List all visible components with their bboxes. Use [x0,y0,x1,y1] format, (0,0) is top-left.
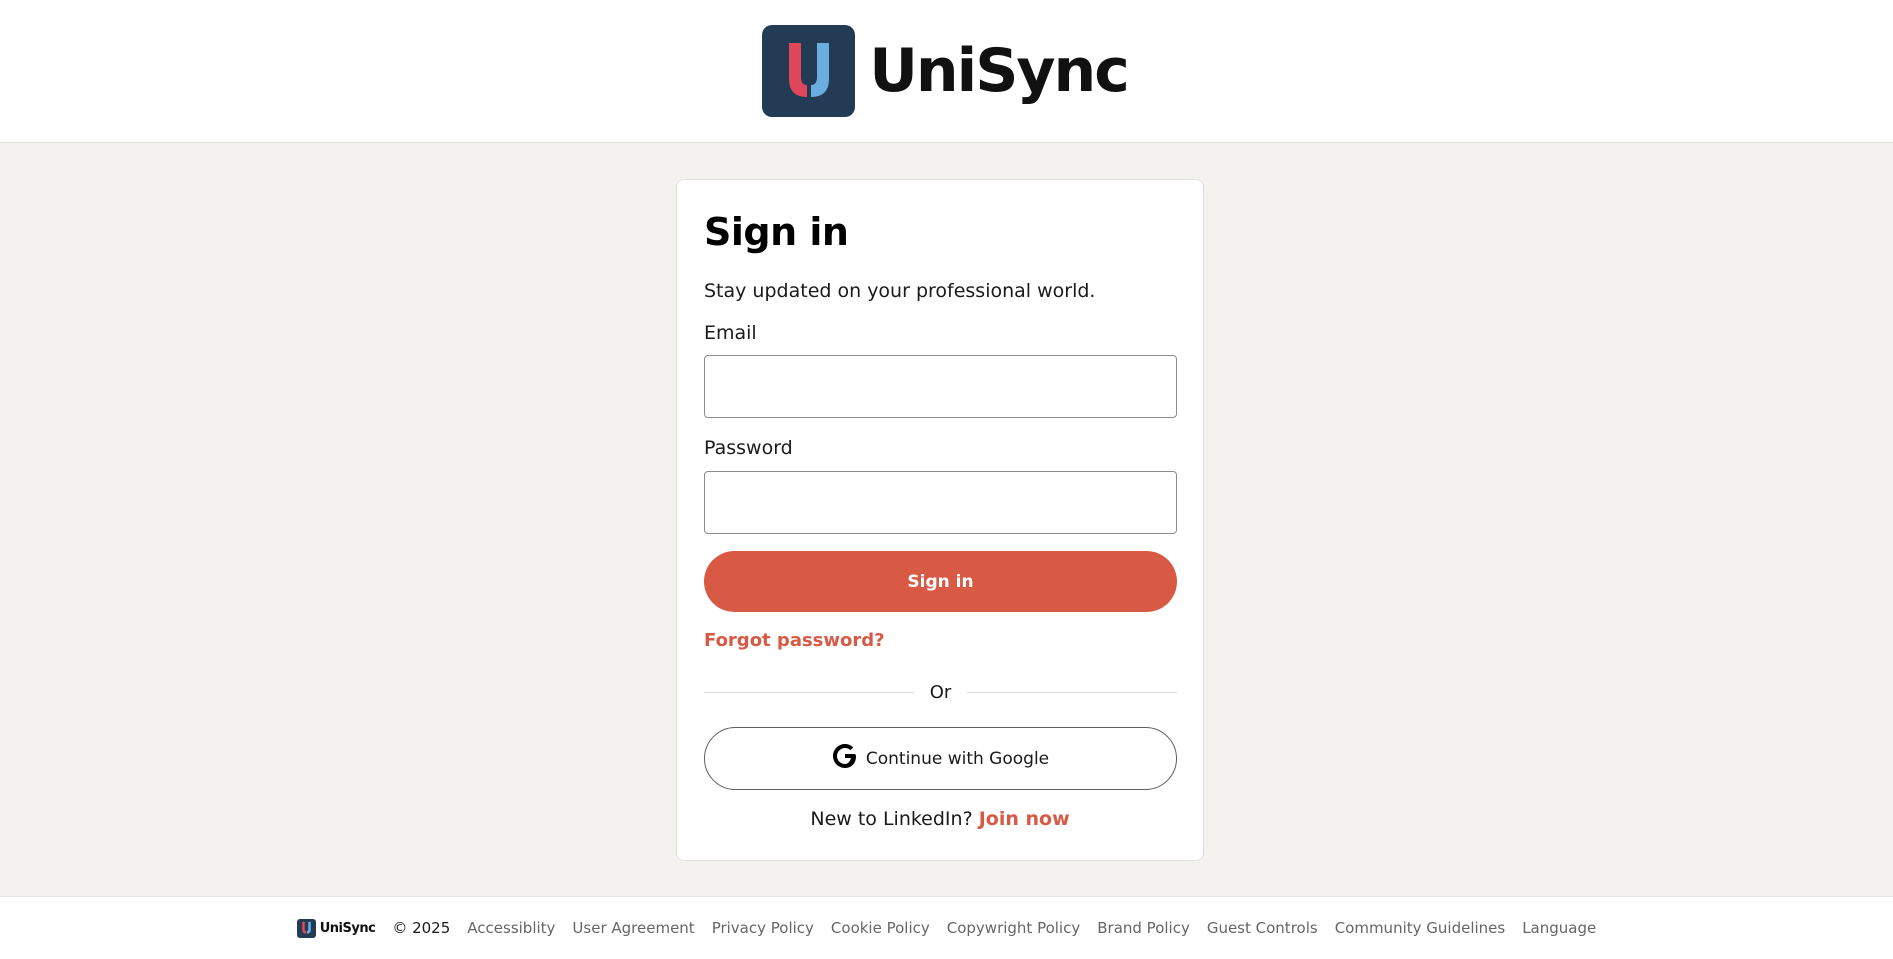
join-now-link[interactable]: Join now [979,808,1070,830]
email-label: Email [704,322,757,344]
brand-name: UniSync [869,36,1130,106]
footer-brand[interactable]: UniSync [296,918,376,938]
sign-in-button[interactable]: Sign in [704,551,1177,612]
footer-brand-name: UniSync [319,920,376,936]
password-label: Password [704,437,793,459]
footer-link-language[interactable]: Language [1522,919,1596,937]
footer-link-privacy-policy[interactable]: Privacy Policy [712,919,814,937]
signin-card: Sign in Stay updated on your professiona… [676,179,1204,861]
footer-link-guest-controls[interactable]: Guest Controls [1207,919,1318,937]
copyright: © 2025 [392,919,451,937]
google-icon [832,743,858,774]
footer-link-community-guidelines[interactable]: Community Guidelines [1335,919,1506,937]
footer-link-accessibility[interactable]: Accessiblity [467,919,555,937]
divider-line-right [967,691,1178,693]
footer-link-copyright-policy[interactable]: Copywright Policy [947,919,1080,937]
page-title: Sign in [704,210,849,254]
continue-with-google-button[interactable]: Continue with Google [704,727,1177,790]
page-subtitle: Stay updated on your professional world. [704,280,1096,302]
footer-link-user-agreement[interactable]: User Agreement [572,919,694,937]
top-bar: UniSync [0,0,1893,143]
email-field[interactable] [704,355,1177,418]
divider-line-left [704,691,914,693]
join-prompt: New to LinkedIn? [810,808,973,830]
unisync-logo-icon [296,918,316,938]
forgot-password-link[interactable]: Forgot password? [704,630,885,651]
brand[interactable]: UniSync [762,25,1130,117]
footer: UniSync © 2025 Accessiblity User Agreeme… [0,896,1893,959]
join-row: New to LinkedIn? Join now [677,808,1203,830]
or-divider: Or [704,680,1178,704]
google-button-label: Continue with Google [865,748,1050,769]
unisync-logo-icon [762,25,856,117]
footer-link-cookie-policy[interactable]: Cookie Policy [831,919,930,937]
footer-link-brand-policy[interactable]: Brand Policy [1097,919,1190,937]
password-field[interactable] [704,471,1177,534]
divider-label: Or [929,681,952,703]
